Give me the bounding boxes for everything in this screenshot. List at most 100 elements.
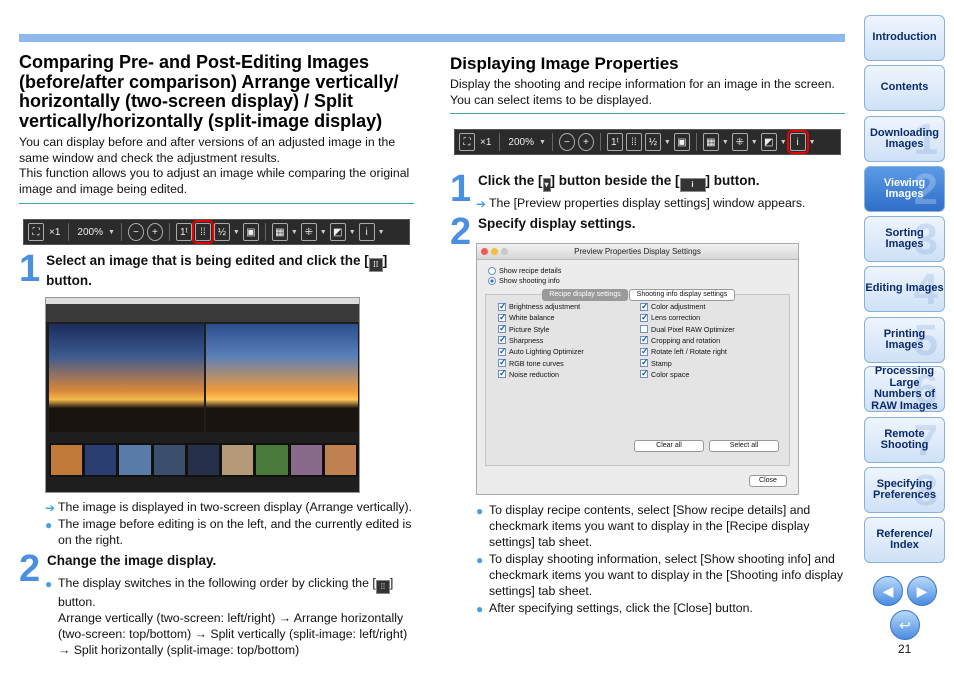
radio-icon[interactable] bbox=[488, 266, 496, 275]
recipe-checkbox[interactable]: Color space bbox=[640, 368, 689, 379]
radio-show-shooting[interactable]: Show shooting info bbox=[488, 276, 560, 285]
tab-recipe[interactable]: Recipe display settings bbox=[542, 289, 628, 301]
recipe-checkbox[interactable]: Lens correction bbox=[640, 312, 700, 323]
single-view-icon[interactable]: 1ᵗ bbox=[175, 223, 192, 241]
sidebar-item[interactable]: 3 Sorting Images bbox=[864, 216, 945, 263]
checkbox-icon[interactable] bbox=[498, 368, 507, 379]
zoom-1x[interactable]: ×1 bbox=[47, 227, 62, 238]
fit-icon[interactable]: ⛶ bbox=[28, 223, 44, 241]
sidebar-item[interactable]: 5 Printing Images bbox=[864, 317, 945, 364]
thumbnail[interactable] bbox=[51, 445, 83, 475]
sidebar-item[interactable]: 8 Specifying Preferences bbox=[864, 467, 945, 514]
sidebar-item[interactable]: 7 Remote Shooting bbox=[864, 417, 945, 464]
save-icon[interactable]: ▣ bbox=[673, 133, 690, 151]
info-icon[interactable]: i bbox=[786, 130, 809, 154]
zoom-in-icon[interactable]: + bbox=[146, 223, 163, 241]
recipe-checkbox[interactable]: Stamp bbox=[640, 357, 672, 368]
return-button[interactable]: ↩ bbox=[890, 610, 920, 640]
sidebar-item[interactable]: Contents bbox=[864, 65, 945, 111]
zoom-out-icon[interactable]: − bbox=[558, 133, 575, 151]
highlight-warning-icon[interactable]: ◩ bbox=[329, 223, 346, 241]
highlight-warning-icon[interactable]: ◩ bbox=[760, 133, 777, 151]
recipe-checkbox[interactable]: Brightness adjustment bbox=[498, 301, 580, 312]
previous-page-button[interactable]: ◀ bbox=[873, 576, 903, 606]
recipe-checkbox[interactable]: White balance bbox=[498, 312, 555, 323]
sidebar-item[interactable]: Reference/ Index bbox=[864, 517, 945, 563]
chevron-down-icon[interactable]: ▼ bbox=[809, 139, 816, 146]
zoom-percent[interactable]: 200% bbox=[75, 227, 105, 238]
recipe-checkbox[interactable]: Rotate left / Rotate right bbox=[640, 346, 727, 357]
thumbnail[interactable] bbox=[222, 445, 254, 475]
sidebar-item[interactable]: 2 Viewing Images bbox=[864, 166, 945, 213]
split-view-icon[interactable]: ½ bbox=[213, 223, 230, 241]
thumbnail[interactable] bbox=[324, 445, 356, 475]
checkbox-icon[interactable] bbox=[498, 334, 507, 345]
chevron-down-icon[interactable]: ▼ bbox=[722, 139, 729, 146]
chevron-down-icon[interactable]: ▼ bbox=[349, 229, 356, 236]
zoom-1x[interactable]: ×1 bbox=[478, 137, 493, 148]
info-icon[interactable]: i bbox=[358, 223, 375, 241]
checkbox-icon[interactable] bbox=[640, 368, 649, 379]
checkbox-icon[interactable] bbox=[498, 323, 507, 334]
recipe-checkbox[interactable]: Cropping and rotation bbox=[640, 334, 720, 345]
sidebar-item[interactable]: 6 Processing Large Numbers of RAW Images bbox=[864, 365, 945, 413]
single-view-icon[interactable]: 1ᵗ bbox=[606, 133, 623, 151]
chevron-down-icon[interactable]: ▼ bbox=[751, 139, 758, 146]
grid-icon[interactable]: ▦ bbox=[271, 223, 288, 241]
thumbnail[interactable] bbox=[153, 445, 185, 475]
thumbnail[interactable] bbox=[256, 445, 288, 475]
sidebar-item[interactable]: 1 Downloading Images bbox=[864, 116, 945, 163]
save-icon[interactable]: ▣ bbox=[242, 223, 259, 241]
recipe-checkbox[interactable]: Dual Pixel RAW Optimizer bbox=[640, 325, 735, 334]
radio-selected-icon[interactable] bbox=[488, 276, 496, 285]
compare-view-icon[interactable]: ⁞⁞ bbox=[191, 220, 214, 244]
checkbox-icon[interactable] bbox=[498, 301, 507, 312]
thumbnail[interactable] bbox=[187, 445, 220, 475]
checkbox-icon[interactable] bbox=[640, 334, 649, 345]
recipe-checkbox[interactable]: RGB tone curves bbox=[498, 357, 564, 368]
recipe-checkbox[interactable]: Picture Style bbox=[498, 323, 549, 334]
recipe-checkbox[interactable]: Sharpness bbox=[498, 334, 543, 345]
zoom-in-icon[interactable]: + bbox=[577, 133, 594, 151]
chevron-down-icon[interactable]: ▼ bbox=[539, 139, 546, 146]
thumbnail[interactable] bbox=[290, 445, 322, 475]
chevron-down-icon[interactable]: ▼ bbox=[320, 229, 327, 236]
zoom-out-icon[interactable]: − bbox=[127, 223, 144, 241]
next-page-button[interactable]: ▶ bbox=[907, 576, 937, 606]
thumbnail[interactable] bbox=[85, 445, 117, 475]
recipe-checkbox[interactable]: Auto Lighting Optimizer bbox=[498, 346, 584, 357]
split-view-icon[interactable]: ½ bbox=[644, 133, 661, 151]
select-all-button[interactable]: Select all bbox=[709, 440, 779, 452]
clear-all-button[interactable]: Clear all bbox=[634, 440, 704, 452]
sidebar-item[interactable]: Introduction bbox=[864, 15, 945, 61]
minimize-window-icon[interactable] bbox=[491, 248, 498, 255]
zoom-window-icon[interactable] bbox=[501, 248, 508, 255]
chevron-down-icon[interactable]: ▼ bbox=[233, 229, 240, 236]
checkbox-icon[interactable] bbox=[498, 312, 507, 323]
compare-view-icon[interactable]: ⁞⁞ bbox=[625, 133, 642, 151]
chevron-down-icon[interactable]: ▼ bbox=[664, 139, 671, 146]
chevron-down-icon[interactable]: ▼ bbox=[780, 139, 787, 146]
radio-show-recipe[interactable]: Show recipe details bbox=[488, 266, 561, 275]
af-point-icon[interactable]: ⁜ bbox=[731, 133, 748, 151]
tab-shooting[interactable]: Shooting info display settings bbox=[629, 289, 735, 301]
close-button[interactable]: Close bbox=[749, 475, 787, 487]
sidebar-item[interactable]: 4 Editing Images bbox=[864, 266, 945, 313]
close-window-icon[interactable] bbox=[481, 248, 488, 255]
fit-icon[interactable]: ⛶ bbox=[459, 133, 475, 151]
recipe-checkbox[interactable]: Color adjustment bbox=[640, 301, 705, 312]
af-point-icon[interactable]: ⁜ bbox=[300, 223, 317, 241]
chevron-down-icon[interactable]: ▼ bbox=[108, 229, 115, 236]
recipe-checkbox[interactable]: Noise reduction bbox=[498, 368, 559, 379]
chevron-down-icon[interactable]: ▼ bbox=[378, 229, 385, 236]
checkbox-icon[interactable] bbox=[498, 357, 507, 368]
zoom-percent[interactable]: 200% bbox=[506, 137, 536, 148]
checkbox-icon[interactable] bbox=[640, 325, 648, 334]
checkbox-icon[interactable] bbox=[640, 301, 649, 312]
thumbnail[interactable] bbox=[119, 445, 151, 475]
checkbox-icon[interactable] bbox=[640, 346, 649, 357]
chevron-down-icon[interactable]: ▼ bbox=[291, 229, 298, 236]
checkbox-icon[interactable] bbox=[498, 346, 507, 357]
grid-icon[interactable]: ▦ bbox=[702, 133, 719, 151]
checkbox-icon[interactable] bbox=[640, 357, 649, 368]
